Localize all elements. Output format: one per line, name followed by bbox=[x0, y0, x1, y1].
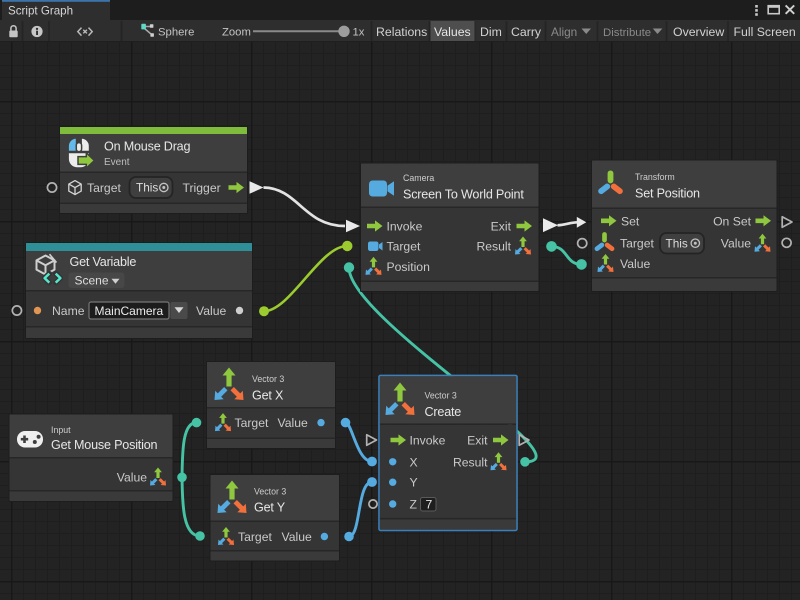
svg-text:Scene: Scene bbox=[75, 274, 109, 288]
svg-text:Sphere: Sphere bbox=[158, 27, 194, 39]
svg-text:Exit: Exit bbox=[491, 220, 512, 234]
svg-text:Carry: Carry bbox=[511, 25, 542, 39]
svg-text:Exit: Exit bbox=[467, 434, 488, 448]
svg-text:Vector 3: Vector 3 bbox=[254, 487, 286, 497]
svg-text:Full Screen: Full Screen bbox=[734, 25, 796, 39]
svg-text:1x: 1x bbox=[353, 27, 365, 39]
svg-text:Dim: Dim bbox=[480, 25, 502, 39]
svg-text:Create: Create bbox=[425, 405, 462, 419]
svg-text:Z: Z bbox=[410, 498, 418, 512]
svg-text:Target: Target bbox=[87, 181, 121, 195]
svg-text:Align: Align bbox=[551, 25, 577, 39]
svg-text:On Mouse Drag: On Mouse Drag bbox=[104, 140, 190, 154]
svg-text:Transform: Transform bbox=[635, 172, 675, 182]
svg-text:Y: Y bbox=[410, 476, 418, 490]
svg-text:Vector 3: Vector 3 bbox=[252, 374, 284, 384]
svg-text:This: This bbox=[136, 181, 158, 195]
svg-text:Target: Target bbox=[238, 530, 272, 544]
svg-text:Values: Values bbox=[434, 25, 471, 39]
svg-text:X: X bbox=[410, 455, 418, 469]
svg-text:Vector 3: Vector 3 bbox=[425, 391, 457, 401]
svg-text:Target: Target bbox=[620, 237, 654, 251]
svg-text:Value: Value bbox=[282, 530, 312, 544]
svg-text:Relations: Relations bbox=[376, 25, 427, 39]
svg-text:Set Position: Set Position bbox=[635, 187, 700, 201]
svg-text:Get Variable: Get Variable bbox=[70, 255, 137, 269]
svg-text:Get X: Get X bbox=[252, 389, 284, 403]
svg-text:Event: Event bbox=[104, 157, 130, 168]
svg-text:Zoom: Zoom bbox=[222, 27, 251, 39]
svg-text:Position: Position bbox=[387, 260, 430, 274]
svg-text:Overview: Overview bbox=[673, 25, 724, 39]
svg-text:Result: Result bbox=[476, 240, 511, 254]
svg-text:Result: Result bbox=[453, 455, 488, 469]
svg-text:Get Y: Get Y bbox=[254, 501, 286, 515]
svg-text:Distribute: Distribute bbox=[603, 27, 651, 39]
svg-text:This: This bbox=[666, 236, 688, 250]
svg-text:Invoke: Invoke bbox=[387, 220, 423, 234]
svg-text:Value: Value bbox=[620, 257, 650, 271]
svg-text:Target: Target bbox=[387, 240, 421, 254]
svg-text:MainCamera: MainCamera bbox=[95, 304, 164, 318]
svg-text:Value: Value bbox=[196, 304, 226, 318]
svg-text:Value: Value bbox=[721, 237, 751, 251]
svg-text:Invoke: Invoke bbox=[410, 434, 446, 448]
svg-text:Camera: Camera bbox=[403, 173, 434, 183]
svg-text:Name: Name bbox=[52, 304, 85, 318]
svg-text:Screen To World Point: Screen To World Point bbox=[403, 188, 524, 202]
svg-text:Get Mouse Position: Get Mouse Position bbox=[51, 438, 157, 452]
svg-text:On Set: On Set bbox=[713, 214, 752, 228]
svg-text:7: 7 bbox=[426, 498, 433, 512]
svg-text:Script Graph: Script Graph bbox=[8, 4, 73, 17]
svg-text:Input: Input bbox=[51, 425, 71, 435]
svg-text:Value: Value bbox=[278, 416, 308, 430]
svg-text:Value: Value bbox=[117, 471, 147, 485]
svg-text:Trigger: Trigger bbox=[183, 181, 221, 195]
svg-text:Target: Target bbox=[235, 416, 269, 430]
svg-text:Set: Set bbox=[621, 214, 640, 228]
